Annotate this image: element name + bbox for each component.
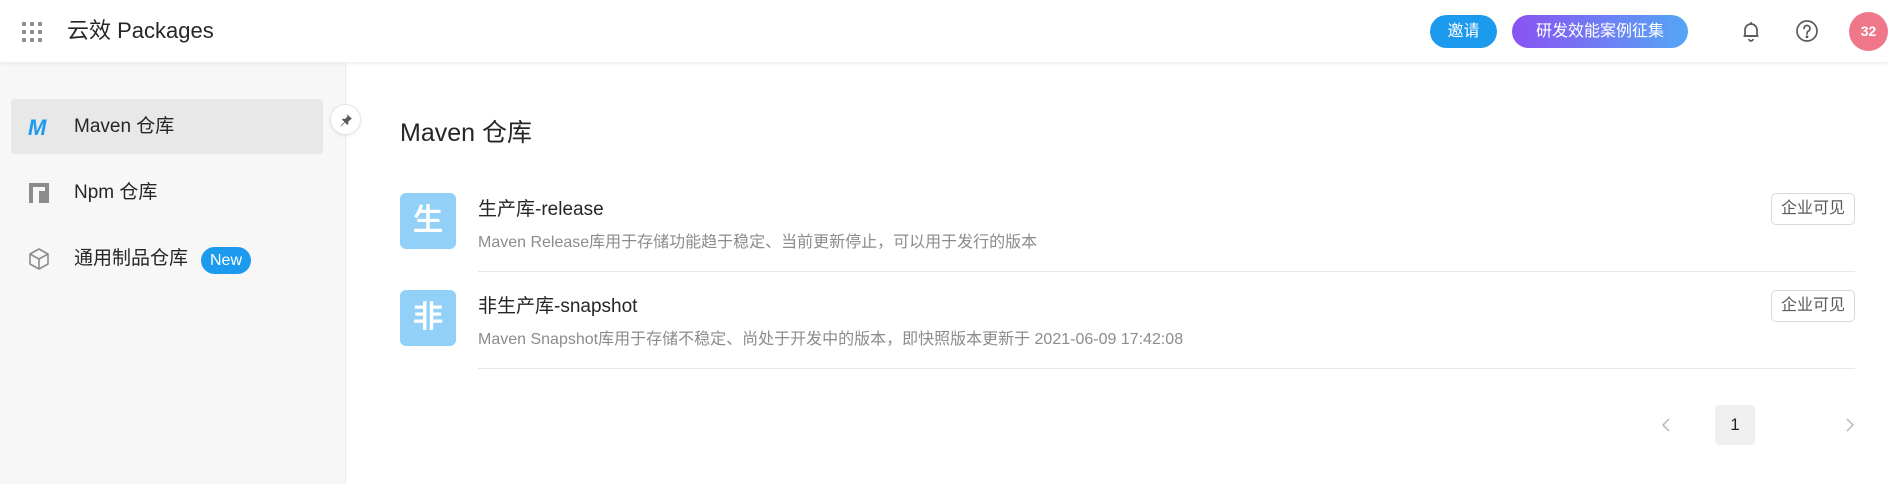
app-switcher-icon[interactable] [20,20,44,44]
sidebar-item-label: Npm 仓库 [74,182,158,203]
new-badge: New [201,247,252,274]
sidebar-item-npm[interactable]: Npm 仓库 [11,165,323,220]
bell-icon[interactable] [1738,18,1764,44]
chevron-left-icon[interactable] [1655,413,1679,437]
sidebar: M Maven 仓库 Npm 仓库 通用制品仓库 New [0,63,346,484]
campaign-button[interactable]: 研发效能案例征集 [1512,15,1688,48]
repo-name[interactable]: 生产库-release [478,198,604,222]
sidebar-item-generic[interactable]: 通用制品仓库 New [11,231,323,286]
divider [478,271,1855,272]
maven-icon: M [26,114,52,140]
user-avatar[interactable]: 32 [1849,12,1888,51]
svg-text:M: M [28,115,47,140]
app-title[interactable]: 云效 Packages [67,17,214,45]
help-icon[interactable] [1794,18,1820,44]
divider [478,368,1855,369]
top-header: 云效 Packages 邀请 研发效能案例征集 32 [0,0,1888,63]
invite-button[interactable]: 邀请 [1430,15,1497,48]
sidebar-item-maven[interactable]: M Maven 仓库 [11,99,323,154]
npm-icon [26,180,52,206]
cube-icon [26,246,52,272]
repo-row-snapshot[interactable]: 非 非生产库-snapshot Maven Snapshot库用于存储不稳定、尚… [400,290,1855,388]
repo-description: Maven Snapshot库用于存储不稳定、尚处于开发中的版本，即快照版本更新… [478,331,1184,348]
repo-row-release[interactable]: 生 生产库-release Maven Release库用于存储功能趋于稳定、当… [400,193,1855,291]
repo-avatar: 非 [400,290,456,346]
visibility-tag: 企业可见 [1770,193,1855,225]
page-number-button[interactable]: 1 [1715,405,1755,445]
page-title: Maven 仓库 [400,119,532,147]
repo-name[interactable]: 非生产库-snapshot [478,295,637,319]
repo-avatar: 生 [400,193,456,249]
pin-sidebar-button[interactable] [330,104,361,135]
sidebar-item-label: Maven 仓库 [74,116,175,137]
sidebar-item-label: 通用制品仓库 [74,248,189,269]
chevron-right-icon[interactable] [1837,413,1861,437]
pagination: 1 [1647,405,1877,445]
main-content: Maven 仓库 生 生产库-release Maven Release库用于存… [347,63,1888,484]
repo-description: Maven Release库用于存储功能趋于稳定、当前更新停止，可以用于发行的版… [478,234,1038,251]
visibility-tag: 企业可见 [1770,290,1855,322]
